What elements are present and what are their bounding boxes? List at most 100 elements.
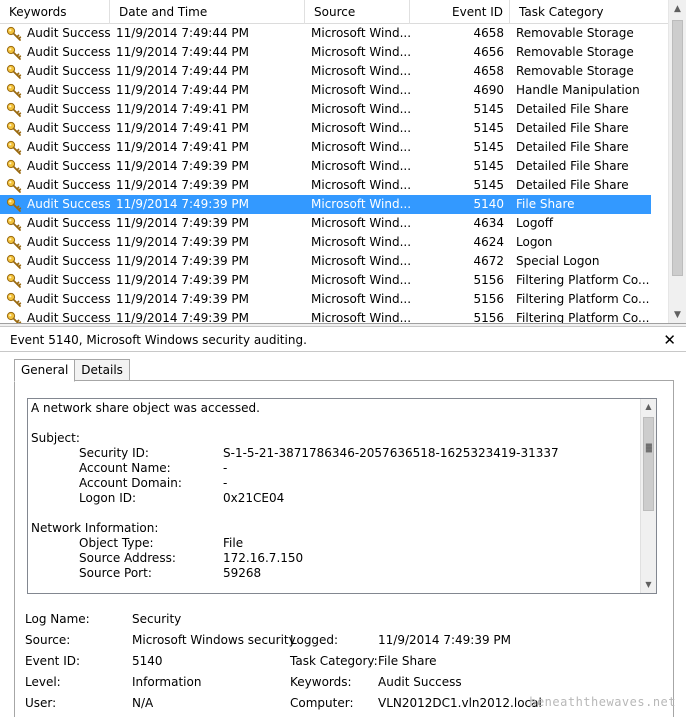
table-row[interactable]: Audit Success 11/9/2014 7:49:39 PM Microso… <box>0 214 651 233</box>
scroll-down-arrow-icon[interactable]: ▼ <box>669 306 686 323</box>
cell-task-category: Filtering Platform Co... <box>516 292 650 306</box>
source-value: Microsoft Windows security <box>132 633 296 647</box>
cell-source: Microsoft Wind... <box>311 311 410 324</box>
cell-keywords-text: Audit Success <box>27 216 110 230</box>
tab-details[interactable]: Details <box>74 359 130 381</box>
cell-task-category: Filtering Platform Co... <box>516 273 650 287</box>
scroll-up-arrow-icon[interactable]: ▲ <box>641 399 656 415</box>
table-row[interactable]: Audit Success 11/9/2014 7:49:41 PM Microso… <box>0 119 651 138</box>
log-name-value: Security <box>132 612 182 626</box>
tab-general[interactable]: General <box>14 359 76 382</box>
cell-event-id: 4690 <box>473 83 504 97</box>
cell-task-category: Special Logon <box>516 254 600 268</box>
cell-source: Microsoft Wind... <box>311 102 410 116</box>
cell-keywords: Audit Success <box>0 176 110 195</box>
logged-label: Logged: <box>290 633 339 647</box>
key-icon <box>6 102 22 117</box>
description-heading: A network share object was accessed. <box>31 401 260 415</box>
account-name-label: Account Name: <box>79 461 171 475</box>
user-value: N/A <box>132 696 154 710</box>
table-row[interactable]: Audit Success 11/9/2014 7:49:41 PM Microso… <box>0 100 651 119</box>
table-row[interactable]: Audit Success 11/9/2014 7:49:41 PM Microso… <box>0 138 651 157</box>
cell-event-id: 4672 <box>473 254 504 268</box>
event-list[interactable]: Keywords Date and Time Source Event ID T… <box>0 0 686 324</box>
table-row[interactable]: Audit Success 11/9/2014 7:49:44 PM Microso… <box>0 43 651 62</box>
cell-event-id: 5145 <box>473 102 504 116</box>
table-row[interactable]: Audit Success 11/9/2014 7:49:44 PM Microso… <box>0 24 651 43</box>
level-value: Information <box>132 675 202 689</box>
cell-event-id: 4658 <box>473 26 504 40</box>
table-row[interactable]: Audit Success 11/9/2014 7:49:39 PM Microso… <box>0 233 651 252</box>
security-id-value: S-1-5-21-3871786346-2057636518-162532341… <box>223 446 559 460</box>
key-icon <box>6 45 22 60</box>
logged-value: 11/9/2014 7:49:39 PM <box>378 633 512 647</box>
cell-date-time: 11/9/2014 7:49:44 PM <box>116 64 250 78</box>
column-header-event-id[interactable]: Event ID <box>410 0 510 24</box>
event-id-label: Event ID: <box>25 654 81 668</box>
scroll-up-arrow-icon[interactable]: ▲ <box>669 0 686 18</box>
table-row[interactable]: Audit Success 11/9/2014 7:49:39 PM Microso… <box>0 290 651 309</box>
cell-task-category: Handle Manipulation <box>516 83 640 97</box>
scrollbar-thumb[interactable] <box>672 20 683 276</box>
table-row[interactable]: Audit Success 11/9/2014 7:49:39 PM Microso… <box>0 309 651 324</box>
subject-section-label: Subject: <box>31 431 80 445</box>
cell-keywords: Audit Success <box>0 157 110 176</box>
account-domain-label: Account Domain: <box>79 476 182 490</box>
cell-keywords-text: Audit Success <box>27 197 110 211</box>
cell-keywords: Audit Success <box>0 290 110 309</box>
key-icon <box>6 273 22 288</box>
event-rows: Audit Success 11/9/2014 7:49:44 PM Microso… <box>0 24 668 324</box>
event-list-header: Keywords Date and Time Source Event ID T… <box>0 0 668 24</box>
event-description-box[interactable]: A network share object was accessed. Sub… <box>27 398 657 594</box>
cell-event-id: 4656 <box>473 45 504 59</box>
key-icon <box>6 159 22 174</box>
key-icon <box>6 197 22 212</box>
cell-keywords-text: Audit Success <box>27 102 110 116</box>
log-name-label: Log Name: <box>25 612 90 626</box>
description-scrollbar[interactable]: ▲ ▬ ▬ ▬ ▼ <box>640 399 656 593</box>
table-row[interactable]: Audit Success 11/9/2014 7:49:39 PM Microso… <box>0 176 651 195</box>
scrollbar-grip-icon: ▬ ▬ ▬ <box>645 440 653 455</box>
cell-keywords-text: Audit Success <box>27 45 110 59</box>
column-header-keywords[interactable]: Keywords <box>0 0 110 24</box>
source-label: Source: <box>25 633 71 647</box>
column-header-date-time[interactable]: Date and Time <box>110 0 305 24</box>
cell-date-time: 11/9/2014 7:49:39 PM <box>116 254 250 268</box>
task-category-value: File Share <box>378 654 437 668</box>
table-row[interactable]: Audit Success 11/9/2014 7:49:44 PM Microso… <box>0 62 651 81</box>
key-icon <box>6 292 22 307</box>
cell-task-category: Detailed File Share <box>516 121 629 135</box>
key-icon <box>6 178 22 193</box>
table-row[interactable]: Audit Success 11/9/2014 7:49:39 PM Microso… <box>0 271 651 290</box>
user-label: User: <box>25 696 57 710</box>
scroll-down-arrow-icon[interactable]: ▼ <box>641 577 656 593</box>
key-icon <box>6 254 22 269</box>
cell-event-id: 5145 <box>473 140 504 154</box>
table-row-selected[interactable]: Audit Success 11/9/2014 7:49:39 PM Microso… <box>0 195 651 214</box>
event-detail-pane: General Details A network share object w… <box>0 352 686 717</box>
cell-task-category: File Share <box>516 197 575 211</box>
cell-event-id: 5156 <box>473 273 504 287</box>
cell-date-time: 11/9/2014 7:49:41 PM <box>116 102 250 116</box>
key-icon <box>6 140 22 155</box>
column-header-task-category[interactable]: Task Category <box>510 0 668 24</box>
computer-label: Computer: <box>290 696 354 710</box>
cell-event-id: 4624 <box>473 235 504 249</box>
cell-source: Microsoft Wind... <box>311 235 410 249</box>
table-row[interactable]: Audit Success 11/9/2014 7:49:39 PM Microso… <box>0 252 651 271</box>
cell-date-time: 11/9/2014 7:49:39 PM <box>116 159 250 173</box>
event-list-scrollbar[interactable]: ▲ ▼ <box>668 0 686 323</box>
table-row[interactable]: Audit Success 11/9/2014 7:49:39 PM Microso… <box>0 157 651 176</box>
cell-date-time: 11/9/2014 7:49:44 PM <box>116 26 250 40</box>
scrollbar-thumb[interactable] <box>643 417 654 511</box>
table-row[interactable]: Audit Success 11/9/2014 7:49:44 PM Microso… <box>0 81 651 100</box>
close-icon[interactable]: ✕ <box>663 327 676 353</box>
cell-event-id: 5145 <box>473 121 504 135</box>
cell-keywords: Audit Success <box>0 24 110 43</box>
cell-keywords-text: Audit Success <box>27 178 110 192</box>
cell-keywords-text: Audit Success <box>27 83 110 97</box>
cell-keywords-text: Audit Success <box>27 159 110 173</box>
column-header-source[interactable]: Source <box>305 0 410 24</box>
cell-date-time: 11/9/2014 7:49:39 PM <box>116 273 250 287</box>
cell-source: Microsoft Wind... <box>311 45 410 59</box>
